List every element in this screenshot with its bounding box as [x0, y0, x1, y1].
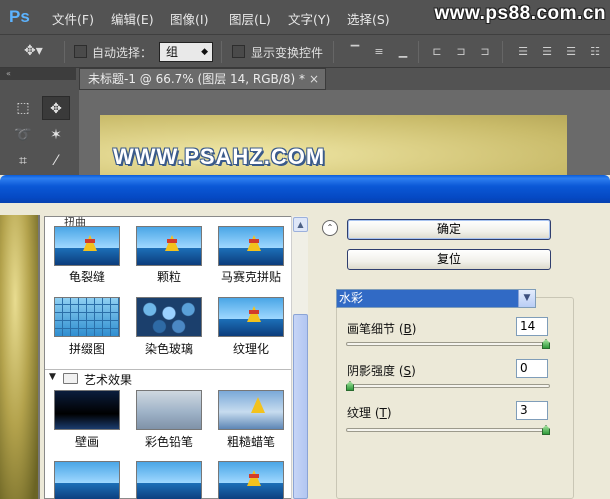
lasso-tool-icon[interactable]: ➰ — [9, 123, 37, 147]
thumb-grain[interactable] — [136, 226, 202, 266]
distribute-bottom-icon[interactable]: ☰ — [564, 45, 578, 59]
menu-type[interactable]: 文字(Y) — [288, 9, 330, 28]
gallery-scrollbar[interactable]: ▲ — [291, 216, 308, 499]
auto-select-checkbox[interactable] — [74, 45, 87, 58]
options-separator — [221, 41, 222, 63]
thumb-label: 彩色铅笔 — [144, 435, 193, 449]
crop-tool-icon[interactable]: ⌗ — [9, 149, 37, 173]
dialog-titlebar[interactable] — [0, 175, 610, 203]
options-separator — [502, 41, 503, 63]
distribute-left-icon[interactable]: ☷ — [588, 45, 602, 59]
reset-button[interactable]: 复位 — [347, 249, 551, 270]
filter-preview[interactable] — [0, 215, 40, 499]
thumb-label: 拼缀图 — [68, 342, 105, 356]
align-bottom-icon[interactable]: ▁ — [396, 45, 410, 59]
category-artistic[interactable]: ▼ 艺术效果 — [45, 369, 291, 387]
ok-button[interactable]: 确定 — [347, 219, 551, 240]
distribute-vcenter-icon[interactable]: ☰ — [540, 45, 554, 59]
thumb-colored-pencil[interactable] — [136, 390, 202, 430]
menu-bar: Ps 文件(F) 编辑(E) 图像(I) 图层(L) 文字(Y) 选择(S) w… — [0, 0, 610, 34]
show-transform-checkbox[interactable] — [232, 45, 245, 58]
thumb-rough-pastels[interactable] — [218, 390, 284, 430]
thumb-label: 颗粒 — [156, 270, 181, 284]
options-separator — [418, 41, 419, 63]
options-bar: ✥▾ 自动选择： 组 ◆ 显示变换控件 ▔ ≡ ▁ ⊏ ⊐ ⊐ ☰ ☰ ☰ ☷ — [0, 34, 610, 68]
document-tab[interactable]: 未标题-1 @ 66.7% (图层 14, RGB/8) * × — [79, 68, 326, 90]
thumb-texturizer[interactable] — [218, 297, 284, 337]
thumb-partial[interactable] — [54, 461, 120, 499]
param-shadow-intensity-input[interactable]: 0 — [516, 359, 548, 378]
auto-select-target-dropdown[interactable]: 组 ◆ — [159, 42, 213, 62]
tools-panel-header[interactable]: « — [0, 68, 76, 80]
thumb-fresco[interactable] — [54, 390, 120, 430]
menu-file[interactable]: 文件(F) — [52, 9, 94, 28]
param-brush-detail-slider[interactable] — [346, 342, 550, 346]
scroll-up-icon[interactable]: ▲ — [293, 217, 308, 232]
eyedropper-tool-icon[interactable]: ⁄ — [42, 149, 70, 173]
param-brush-detail-label: 画笔细节 (B) — [347, 322, 417, 336]
distribute-top-icon[interactable]: ☰ — [516, 45, 530, 59]
thumb-patchwork[interactable] — [54, 297, 120, 337]
filter-dropdown-value: 水彩 — [339, 291, 364, 305]
folder-icon — [63, 373, 78, 384]
thumb-label: 染色玻璃 — [144, 342, 193, 356]
options-separator — [333, 41, 334, 63]
canvas-text: WWW.PSAHZ.COM — [113, 144, 326, 169]
category-label: 艺术效果 — [84, 373, 133, 387]
align-vcenter-icon[interactable]: ≡ — [372, 45, 386, 59]
site-watermark: www.ps88.com.cn — [434, 3, 606, 24]
expand-triangle-icon[interactable]: ▼ — [49, 372, 56, 382]
align-left-icon[interactable]: ⊏ — [430, 45, 444, 59]
thumb-partial[interactable] — [136, 461, 202, 499]
chevron-down-icon[interactable]: ▼ — [518, 290, 535, 307]
auto-select-label: 自动选择： — [92, 46, 153, 60]
move-tool-button-icon[interactable]: ✥ — [42, 96, 70, 120]
menu-image[interactable]: 图像(I) — [170, 9, 208, 28]
param-texture-label: 纹理 (T) — [347, 406, 392, 420]
param-brush-detail-input[interactable]: 14 — [516, 317, 548, 336]
auto-select-target-value: 组 — [166, 45, 179, 59]
options-separator — [64, 41, 65, 63]
double-chevron-up-icon[interactable]: ⌃ — [322, 220, 338, 236]
menu-select[interactable]: 选择(S) — [347, 9, 390, 28]
param-shadow-intensity-label: 阴影强度 (S) — [347, 364, 416, 378]
marquee-tool-icon[interactable]: ⬚ — [9, 96, 37, 120]
scrollbar-thumb[interactable] — [293, 314, 308, 499]
param-texture-input[interactable]: 3 — [516, 401, 548, 420]
magic-wand-tool-icon[interactable]: ✶ — [42, 123, 70, 147]
filter-dropdown[interactable]: 水彩 ▼ — [336, 289, 536, 308]
thumb-label: 纹理化 — [232, 342, 269, 356]
thumb-label: 马赛克拼贴 — [220, 270, 281, 284]
thumb-label: 粗糙蜡笔 — [226, 435, 275, 449]
align-hcenter-icon[interactable]: ⊐ — [454, 45, 468, 59]
thumb-partial[interactable] — [218, 461, 284, 499]
thumb-craquelure[interactable] — [54, 226, 120, 266]
close-icon[interactable]: × — [309, 69, 319, 89]
show-transform-label: 显示变换控件 — [251, 46, 324, 60]
thumb-label: 龟裂缝 — [68, 270, 105, 284]
align-top-icon[interactable]: ▔ — [348, 45, 362, 59]
thumb-stained-glass[interactable] — [136, 297, 202, 337]
photoshop-logo: Ps — [9, 7, 30, 26]
document-tab-title: 未标题-1 @ 66.7% (图层 14, RGB/8) * — [88, 72, 305, 86]
align-right-icon[interactable]: ⊐ — [478, 45, 492, 59]
thumb-label: 壁画 — [74, 435, 99, 449]
menu-edit[interactable]: 编辑(E) — [111, 9, 154, 28]
menu-layer[interactable]: 图层(L) — [229, 9, 271, 28]
param-texture-slider[interactable] — [346, 428, 550, 432]
thumb-mosaic-tiles[interactable] — [218, 226, 284, 266]
updown-arrows-icon: ◆ — [201, 47, 208, 57]
move-tool-icon[interactable]: ✥▾ — [24, 43, 43, 59]
param-shadow-intensity-slider[interactable] — [346, 384, 550, 388]
